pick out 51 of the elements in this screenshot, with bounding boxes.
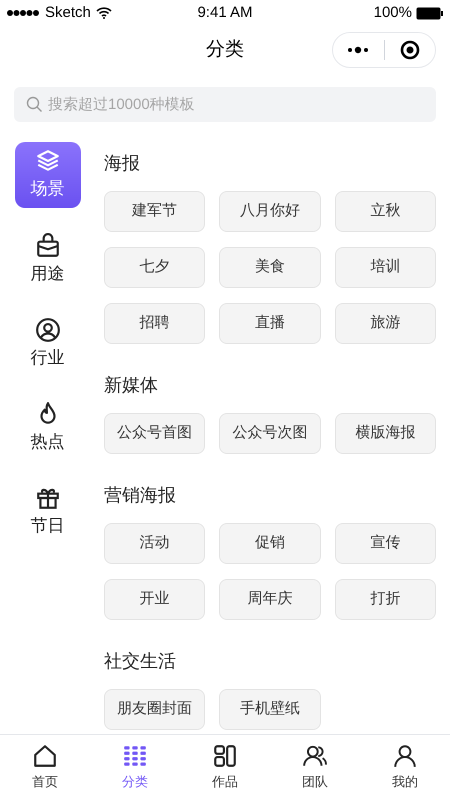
tag-chip[interactable]: 立秋 — [334, 191, 436, 232]
tag-chip[interactable]: 朋友圈封面 — [104, 689, 206, 730]
tag-chip[interactable]: 打折 — [334, 579, 436, 620]
tag-chip[interactable]: 活动 — [104, 523, 206, 564]
tag-chip[interactable]: 公众号次图 — [219, 413, 321, 454]
search-icon — [26, 96, 43, 113]
tab-bar-item[interactable]: 我的 — [360, 743, 450, 800]
status-time: 9:41 AM — [196, 2, 254, 23]
tag-chip[interactable]: 旅游 — [334, 303, 436, 344]
tag-chip[interactable]: 手机壁纸 — [219, 689, 321, 730]
tab-bar-item[interactable]: 分类 — [90, 743, 180, 800]
layout-icon — [212, 743, 238, 769]
tag-chip[interactable]: 横版海报 — [334, 413, 436, 454]
search-field[interactable]: 搜索超过10000种模板 — [14, 87, 436, 122]
tag-chip[interactable]: 周年庆 — [219, 579, 321, 620]
section-title: 社交生活 — [104, 650, 177, 673]
carrier-name: Sketch — [45, 2, 91, 23]
battery-icon — [416, 6, 444, 20]
category-tab[interactable]: 行业 — [14, 312, 80, 376]
tab-bar-item[interactable]: 作品 — [180, 743, 270, 800]
wifi-icon — [96, 7, 112, 19]
section-title: 海报 — [104, 152, 141, 175]
tag-chip[interactable]: 直播 — [219, 303, 321, 344]
tag-chip[interactable]: 培训 — [334, 247, 436, 288]
tag-chip[interactable]: 公众号首图 — [104, 413, 206, 454]
tag-chip[interactable]: 宣传 — [334, 523, 436, 564]
section-title: 新媒体 — [104, 374, 159, 397]
close-target-icon — [400, 40, 420, 60]
tag-chip[interactable]: 招聘 — [104, 303, 206, 344]
tab-bar-item[interactable]: 首页 — [0, 743, 90, 800]
tab-bar-item[interactable]: 团队 — [270, 743, 360, 800]
tag-chip[interactable]: 美食 — [219, 247, 321, 288]
people-icon — [302, 743, 328, 769]
category-tab[interactable]: 用途 — [14, 228, 80, 292]
category-tab[interactable]: 节日 — [14, 480, 80, 544]
person-circle-icon — [34, 317, 60, 344]
bag-icon — [34, 233, 60, 260]
battery-level: 100% — [374, 2, 412, 23]
more-icon — [347, 46, 370, 54]
section-title: 营销海报 — [104, 484, 177, 507]
category-tab[interactable]: 场景 — [14, 142, 80, 208]
person-icon — [392, 743, 418, 769]
category-tab[interactable]: 热点 — [14, 396, 80, 460]
tag-chip[interactable]: 建军节 — [104, 191, 206, 232]
home-icon — [32, 743, 58, 769]
tag-chip[interactable]: 八月你好 — [219, 191, 321, 232]
page-title: 分类 — [206, 38, 244, 62]
tag-chip[interactable]: 促销 — [219, 523, 321, 564]
signal-icon — [6, 9, 40, 17]
tag-chip[interactable]: 开业 — [104, 579, 206, 620]
tag-chip[interactable]: 七夕 — [104, 247, 206, 288]
